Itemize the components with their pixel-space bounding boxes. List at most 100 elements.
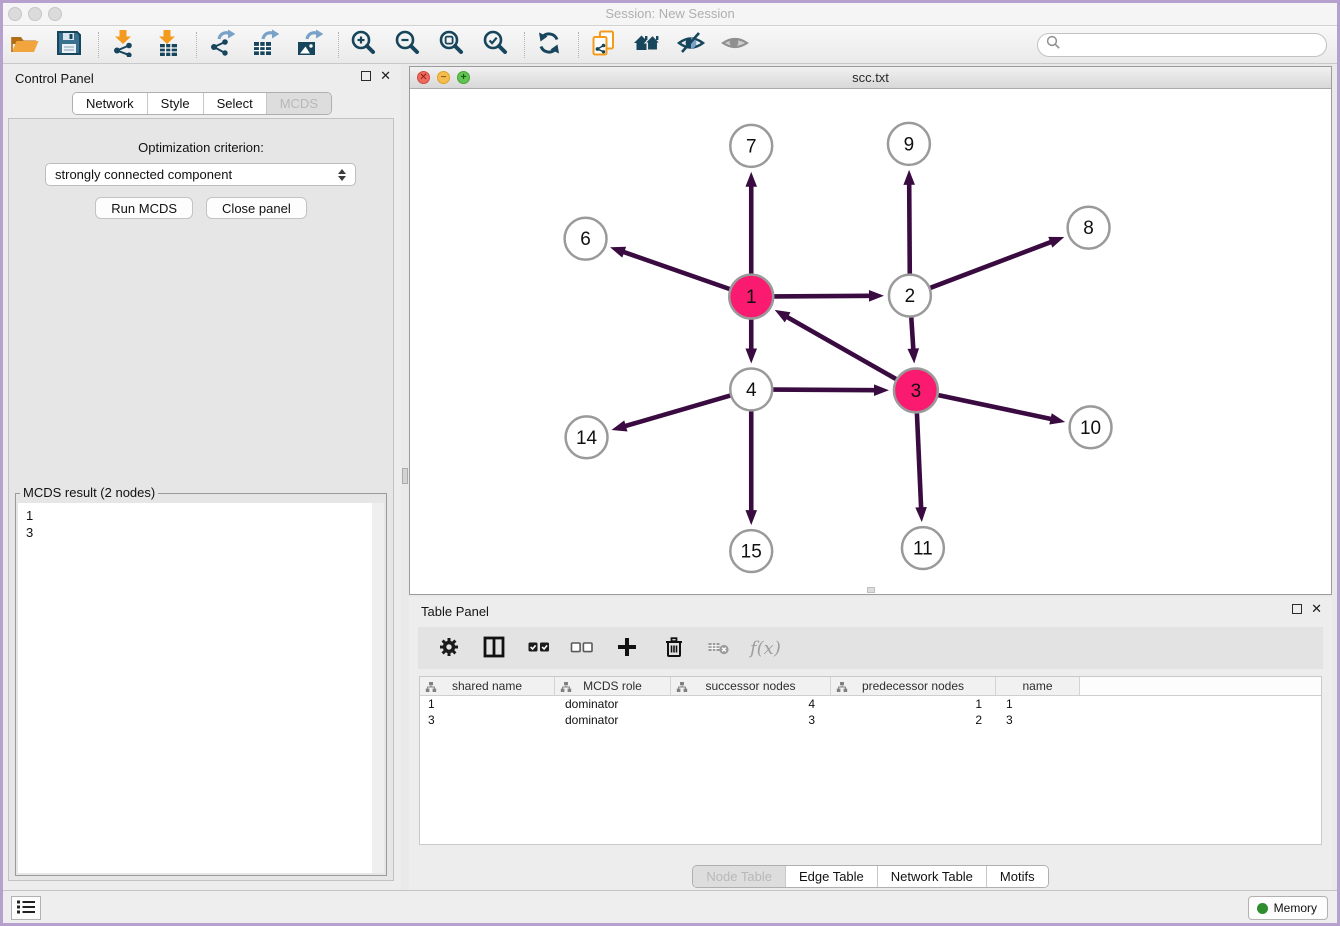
network-window-titlebar: ✕ − + scc.txt [410,67,1331,89]
close-table-panel-icon[interactable]: ✕ [1311,604,1322,614]
toggle-column-view-button[interactable] [480,635,507,662]
network-window: ✕ − + scc.txt 7968123414101511 [409,66,1332,595]
column-header-label: successor nodes [705,679,795,693]
graph-edge-4-14[interactable] [623,396,730,427]
refresh-view-button[interactable] [532,29,566,61]
graph-edge-arrowhead [611,420,627,431]
graphics-details-button[interactable] [674,29,708,61]
network-canvas[interactable]: 7968123414101511 [410,89,1331,594]
column-header-predecessor-nodes[interactable]: predecessor nodes [831,677,996,695]
eye-icon [720,29,750,60]
graph-edge-arrowhead [903,170,915,185]
graph-edge-3-11[interactable] [917,413,921,510]
save-session-button[interactable] [52,29,86,61]
column-header-shared-name[interactable]: shared name [420,677,555,695]
column-header-successor-nodes[interactable]: successor nodes [671,677,831,695]
graph-edge-arrowhead [610,247,626,258]
export-image-icon [295,29,323,60]
memory-status-icon [1257,903,1268,914]
add-column-button[interactable] [613,635,640,662]
delete-table-button[interactable] [705,635,732,662]
table-cell: 3 [420,712,555,728]
float-table-panel-icon[interactable] [1292,604,1302,614]
floppy-disk-icon [55,29,83,60]
network-zoom-icon[interactable]: + [457,71,470,84]
trash-icon [662,635,686,662]
graph-edge-1-2[interactable] [774,296,872,297]
memory-button[interactable]: Memory [1248,896,1328,920]
float-panel-icon[interactable] [361,71,371,81]
tab-motifs[interactable]: Motifs [987,866,1048,887]
graph-edge-3-10[interactable] [938,395,1053,419]
graph-edge-2-8[interactable] [930,241,1053,288]
toolbar-separator [98,32,99,58]
network-minimize-icon[interactable]: − [437,71,450,84]
export-table-button[interactable] [248,29,282,61]
node-table[interactable]: shared nameMCDS role successor nodes prede… [419,676,1322,845]
zoom-in-button[interactable] [346,29,380,61]
import-network-button[interactable] [106,29,140,61]
criterion-dropdown[interactable]: strongly connected component [45,163,356,186]
column-header-label: name [1022,679,1052,693]
tab-edge-table[interactable]: Edge Table [786,866,878,887]
export-network-button[interactable] [204,29,238,61]
export-image-button[interactable] [292,29,326,61]
tab-node-table[interactable]: Node Table [693,866,786,887]
zoom-selected-icon [481,29,509,60]
function-builder-button[interactable]: f(x) [750,635,781,662]
graph-node-label: 15 [741,542,762,563]
table-toolbar: f(x) [418,627,1323,669]
column-header-name[interactable]: name [996,677,1080,695]
table-settings-button[interactable] [435,635,462,662]
tab-network[interactable]: Network [73,93,148,114]
table-cell: 3 [671,712,831,728]
home-button[interactable] [630,29,664,61]
toolbar-separator [338,32,339,58]
graph-edge-2-9[interactable] [909,182,910,274]
zoom-fit-button[interactable] [434,29,468,61]
network-resize-grip[interactable] [867,587,875,593]
network-close-icon[interactable]: ✕ [417,71,430,84]
graph-node-label: 7 [746,136,757,157]
close-panel-button[interactable]: Close panel [206,197,307,219]
table-row[interactable]: 1dominator411 [420,696,1321,712]
panel-splitter[interactable] [401,64,409,890]
import-table-button[interactable] [150,29,184,61]
mcds-result-list[interactable]: 13 [18,503,384,873]
search-icon [1046,35,1061,55]
table-tabs: Node Table Edge Table Network Table Moti… [409,865,1332,888]
graph-edge-1-6[interactable] [621,251,729,289]
memory-label: Memory [1274,901,1317,915]
manage-networks-button[interactable] [586,29,620,61]
zoom-out-button[interactable] [390,29,424,61]
graph-edge-3-1[interactable] [785,316,896,379]
select-all-rows-button[interactable] [525,635,552,662]
task-history-button[interactable] [11,896,41,920]
result-scrollbar[interactable] [372,503,384,873]
tab-mcds[interactable]: MCDS [267,93,331,114]
delete-columns-button[interactable] [660,635,687,662]
graph-edge-arrowhead [1048,237,1064,248]
splitter-grip[interactable] [402,468,408,484]
search-input[interactable] [1061,37,1318,52]
app-title: Session: New Session [3,6,1337,21]
close-panel-icon[interactable]: ✕ [380,71,391,81]
deselect-all-rows-button[interactable] [568,635,595,662]
hierarchy-icon [425,681,437,696]
import-network-icon [109,29,137,60]
eye-slash-icon [676,29,706,60]
zoom-selected-button[interactable] [478,29,512,61]
hierarchy-icon [560,681,572,696]
run-mcds-button[interactable]: Run MCDS [95,197,193,219]
tab-style[interactable]: Style [148,93,204,114]
birds-eye-view-button[interactable] [718,29,752,61]
graph-edge-2-3[interactable] [911,318,913,352]
table-row[interactable]: 3dominator323 [420,712,1321,728]
tab-select[interactable]: Select [204,93,267,114]
tab-network-table[interactable]: Network Table [878,866,987,887]
network-graph[interactable]: 7968123414101511 [410,89,1331,594]
graph-edge-4-3[interactable] [773,390,877,391]
search-box[interactable] [1037,33,1327,57]
open-file-button[interactable] [8,29,42,61]
column-header-MCDS-role[interactable]: MCDS role [555,677,671,695]
